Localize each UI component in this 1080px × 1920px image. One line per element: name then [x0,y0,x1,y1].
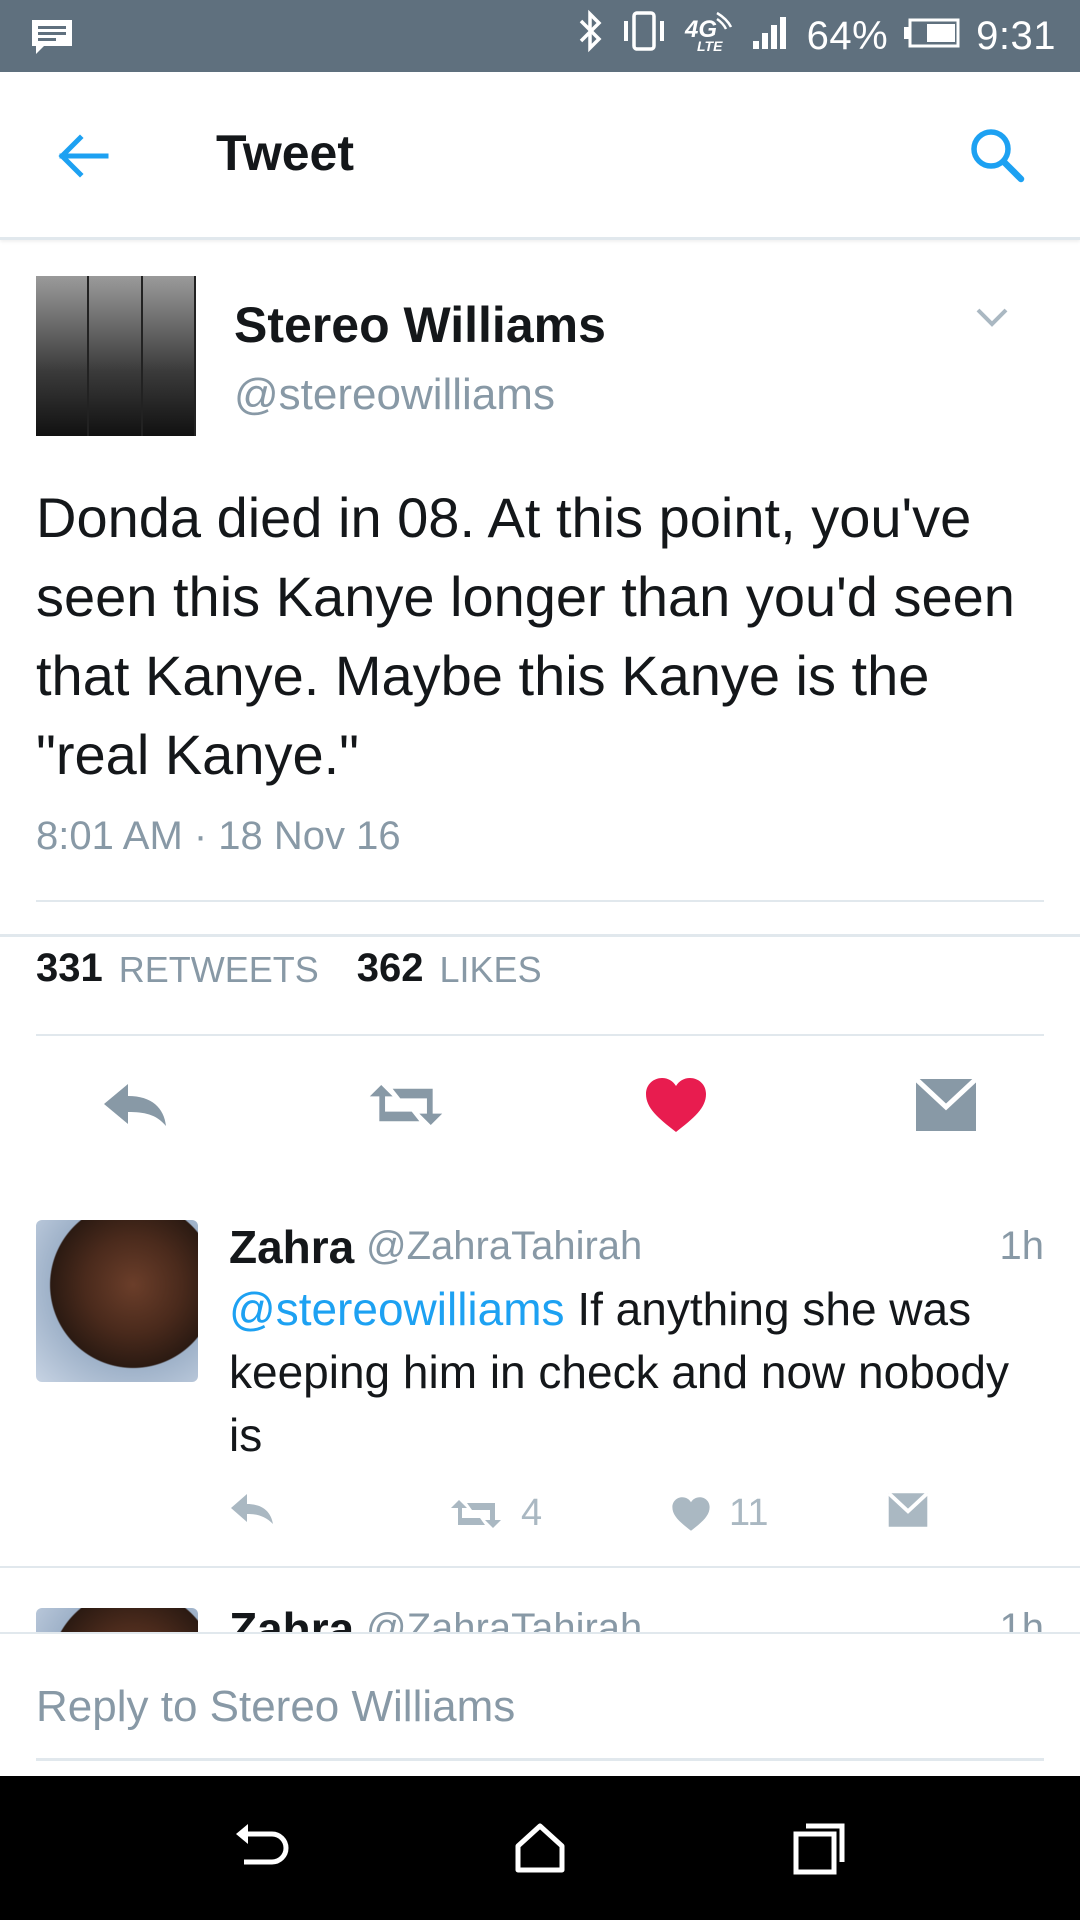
reply-author-name[interactable]: Zahra [229,1602,354,1632]
reply-tweet[interactable]: Zahra @ZahraTahirah 1h [0,1568,1080,1632]
lte-icon: 4G LTE [683,9,737,63]
battery-percent: 64% [806,13,889,58]
divider [0,934,1080,937]
reply-avatar[interactable] [36,1220,198,1382]
reply-avatar[interactable] [36,1608,198,1632]
reply-retweet[interactable]: 4 [449,1492,542,1535]
retweets-count[interactable]: 331 [36,946,103,991]
reply-author-name[interactable]: Zahra [229,1220,354,1274]
search-icon[interactable] [966,124,1028,186]
battery-icon [902,14,962,59]
author-handle[interactable]: @stereowilliams [234,370,555,420]
clock: 9:31 [976,13,1056,58]
status-bar: 4G LTE 64% 9:31 [0,0,1080,72]
home-nav-icon[interactable] [504,1812,576,1884]
reply-actions: 4 11 [229,1492,989,1542]
divider [36,900,1044,902]
mention-link[interactable]: @stereowilliams [229,1283,565,1335]
tweet-text: Donda died in 08. At this point, you've … [36,486,1015,786]
page-title: Tweet [216,125,354,181]
tweet-actions [0,1070,1080,1170]
reply-input[interactable]: Reply to Stereo Williams [36,1682,515,1732]
reply-text: @stereowilliams If anything she was keep… [229,1278,1049,1467]
author-name[interactable]: Stereo Williams [234,296,606,354]
reply-time: 1h [999,1224,1045,1268]
bluetooth-icon [577,9,605,63]
chevron-down-icon[interactable] [972,302,1012,332]
likes-label[interactable]: LIKES [440,949,542,994]
app-bar: Tweet [0,72,1080,240]
avatar-panel [36,276,90,436]
system-nav-bar [0,1776,1080,1920]
author-avatar[interactable] [36,276,196,436]
direct-message-icon[interactable] [887,1492,929,1528]
reply-like[interactable]: 11 [671,1492,768,1535]
reply-retweet-count: 4 [521,1492,543,1534]
avatar-panel [89,276,143,436]
reply-like-count: 11 [729,1492,769,1534]
retweets-label[interactable]: RETWEETS [119,949,319,994]
heart-icon [672,1496,710,1531]
avatar-panel [142,276,196,436]
retweet-icon[interactable] [366,1070,446,1140]
like-heart-icon[interactable] [636,1070,716,1140]
svg-text:LTE: LTE [697,38,723,53]
reply-icon[interactable] [96,1070,176,1140]
retweet-icon [451,1499,501,1528]
reply-time: 1h [999,1606,1045,1632]
input-underline [36,1758,1044,1761]
vibrate-icon [619,9,669,63]
message-notification-icon [30,18,74,63]
back-arrow-icon[interactable] [52,126,112,186]
tweet-stats: 331 RETWEETS 362 LIKES [36,946,580,991]
back-nav-icon[interactable] [226,1812,298,1884]
recents-nav-icon[interactable] [784,1812,856,1884]
reply-author-handle[interactable]: @ZahraTahirah [366,1606,642,1632]
reply-icon[interactable] [229,1492,275,1526]
tweet-timestamp: 8:01 AM · 18 Nov 16 [36,814,401,858]
likes-count[interactable]: 362 [357,946,424,991]
direct-message-icon[interactable] [906,1070,986,1140]
reply-composer[interactable]: Reply to Stereo Williams [0,1632,1080,1776]
reply-author-handle[interactable]: @ZahraTahirah [366,1224,642,1269]
divider [36,1034,1044,1036]
signal-icon [751,11,793,61]
